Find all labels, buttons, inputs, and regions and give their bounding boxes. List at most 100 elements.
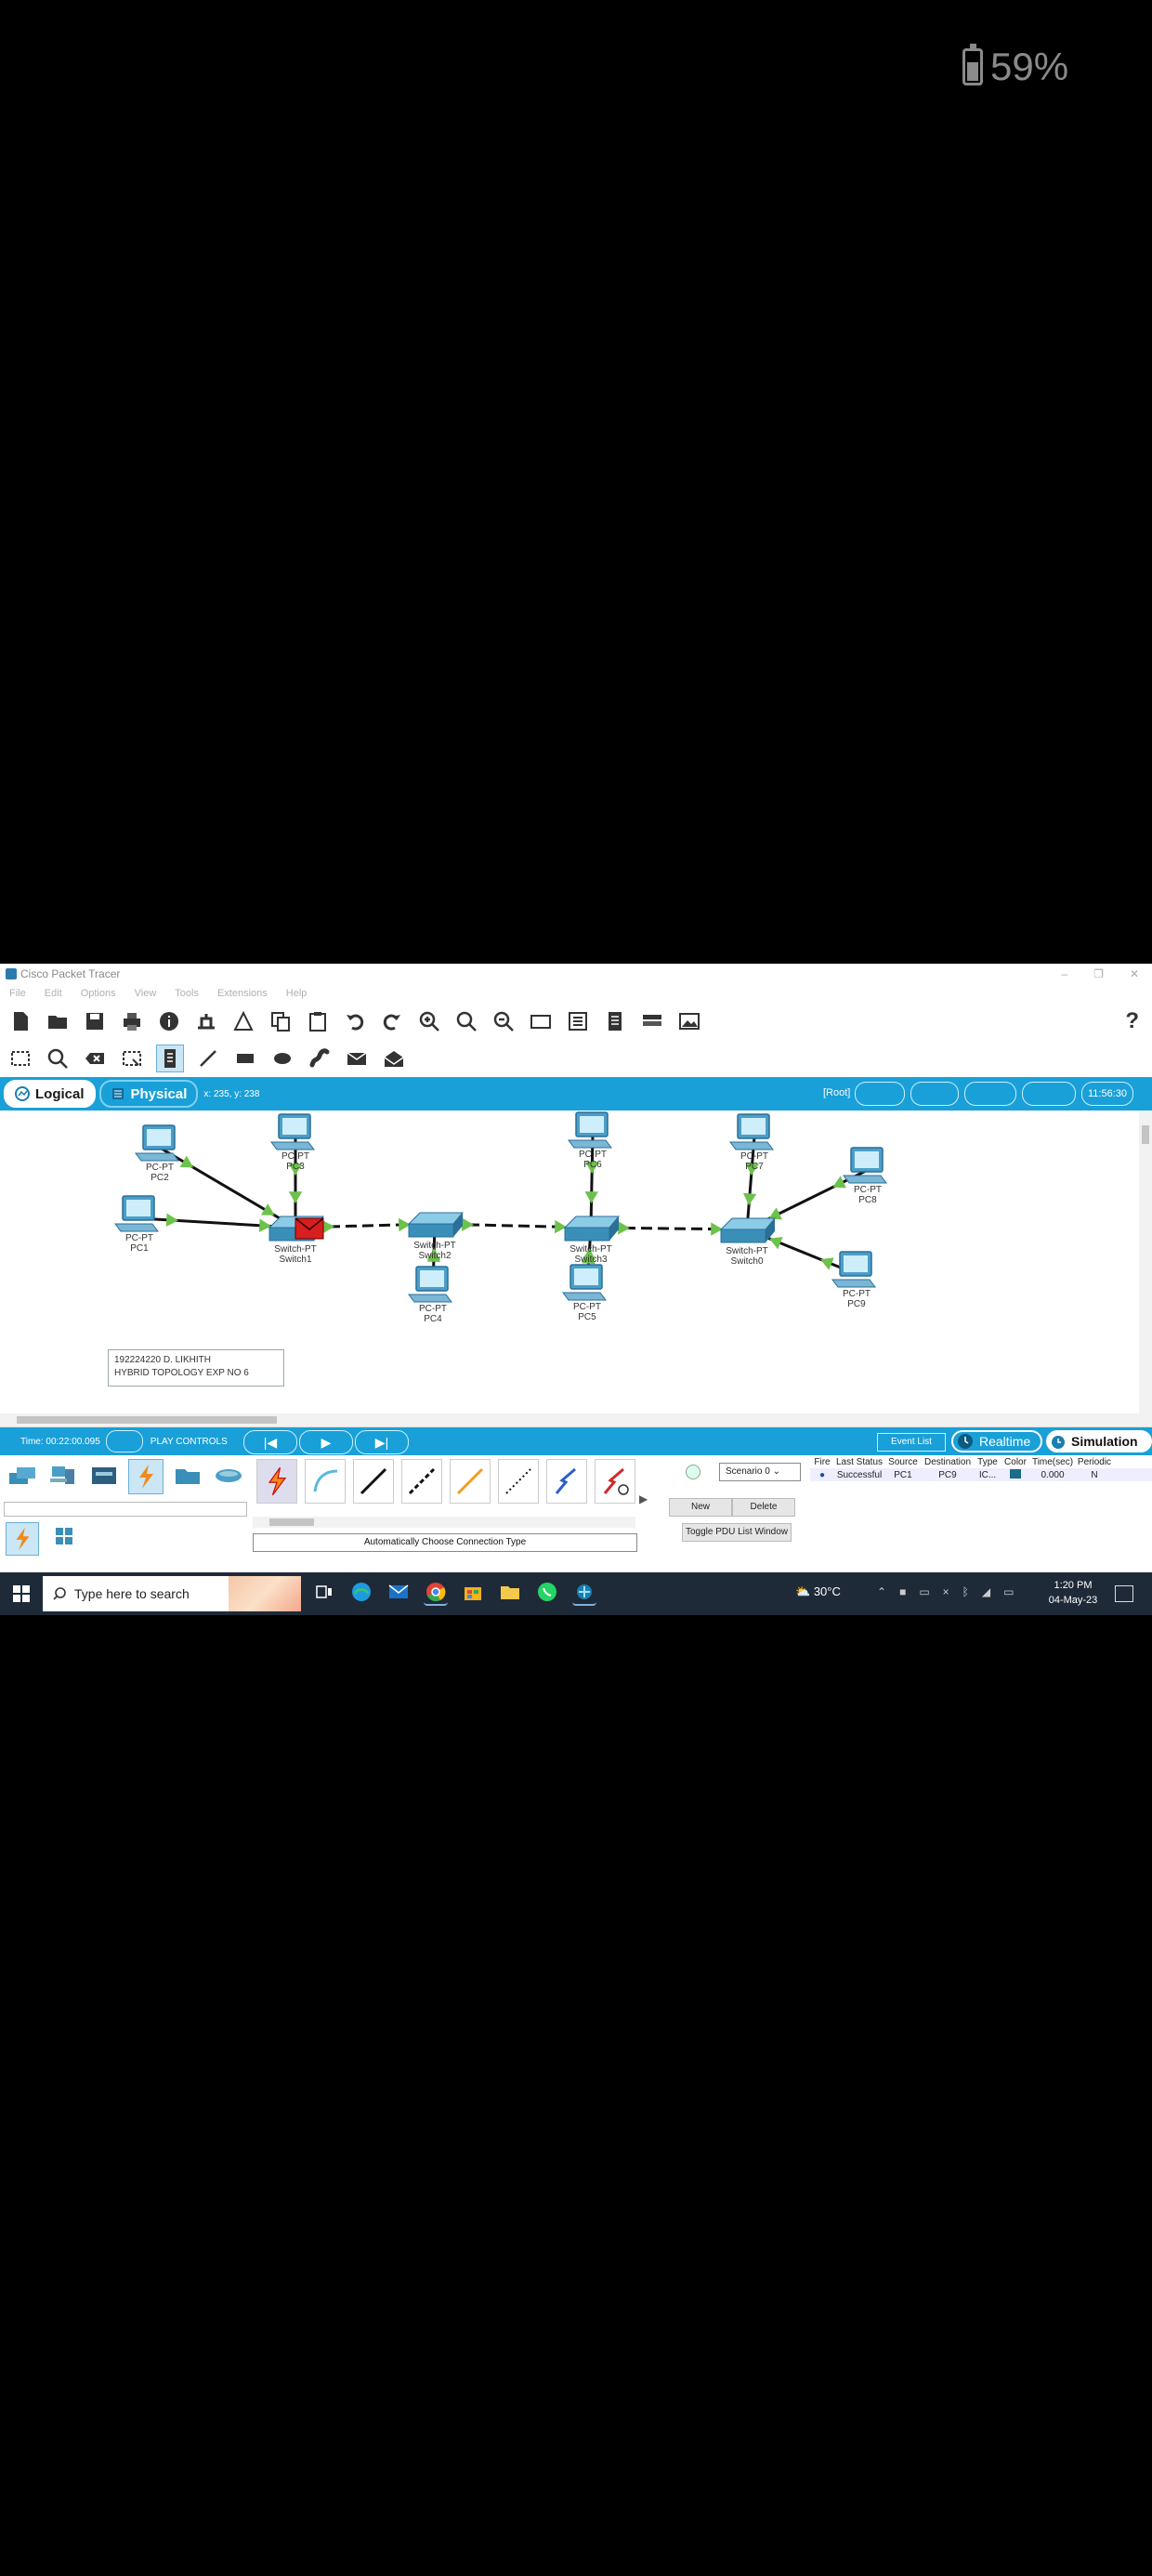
freeform-icon[interactable] [307,1045,333,1071]
play-button[interactable]: ▶ [299,1430,353,1454]
grid-icon[interactable] [50,1522,78,1550]
pc-icon[interactable] [408,1266,452,1303]
mail-icon[interactable] [386,1580,411,1604]
realtime-tab[interactable]: Realtime [951,1430,1042,1452]
wifi-icon[interactable]: ◢ [982,1585,990,1598]
physical-tab[interactable]: Physical [98,1080,199,1108]
copy-icon[interactable] [268,1008,294,1034]
logical-tab[interactable]: Logical [4,1080,96,1108]
delete-scenario-button[interactable]: Delete [732,1498,795,1517]
network-info-icon[interactable] [193,1008,219,1034]
close-icon[interactable]: ✕ [1130,967,1139,980]
pc-icon[interactable] [562,1264,607,1301]
pc-icon[interactable] [270,1113,315,1150]
menu-edit[interactable]: Edit [45,988,62,999]
device-search-field[interactable] [4,1502,247,1517]
step-back-button[interactable]: |◀ [243,1430,297,1454]
simulation-tab[interactable]: Simulation [1046,1430,1152,1452]
switch-icon[interactable] [407,1212,465,1238]
security-icon[interactable]: ■ [899,1585,906,1598]
meet-now-icon[interactable]: ▭ [919,1585,929,1598]
menu-tools[interactable]: Tools [175,988,199,999]
console-cable-icon[interactable] [305,1459,346,1504]
cluster-icon[interactable] [910,1082,959,1106]
new-file-icon[interactable] [7,1008,33,1034]
notification-icon[interactable] [1115,1585,1133,1602]
components-icon[interactable] [87,1459,121,1492]
reset-time-icon[interactable] [105,1430,143,1452]
add-simple-pdu-icon[interactable] [344,1045,370,1071]
workspace-vertical-scrollbar[interactable] [1139,1111,1152,1426]
auto-connection-icon[interactable] [256,1459,297,1504]
volume-muted-icon[interactable]: × [943,1585,949,1598]
multiuser-connection-icon[interactable] [212,1459,245,1492]
file-explorer-icon[interactable] [498,1580,522,1604]
miscellaneous-icon[interactable] [171,1459,204,1492]
info-icon[interactable] [156,1008,182,1034]
weather-widget[interactable]: ⛅ 30°C [795,1584,841,1599]
draw-ellipse-icon[interactable] [269,1045,295,1071]
new-cluster-button[interactable] [964,1082,1016,1106]
chrome-icon[interactable] [424,1580,448,1606]
fire-icon[interactable]: ● [810,1470,834,1480]
table-row[interactable]: ● Successful PC1 PC9 IC... 0.000 N [810,1468,1152,1481]
menu-help[interactable]: Help [286,988,308,999]
connection-subtype-icon[interactable] [6,1522,39,1556]
straight-through-cable-icon[interactable] [353,1459,394,1504]
draw-rectangle-icon[interactable] [232,1045,258,1071]
pc-icon[interactable] [831,1251,876,1288]
phone-cable-icon[interactable] [498,1459,539,1504]
pc-icon[interactable] [114,1195,159,1232]
step-forward-button[interactable]: ▶| [355,1430,409,1454]
event-list-button[interactable]: Event List [877,1433,946,1452]
background-image-icon[interactable] [1022,1082,1076,1106]
custom-device-icon[interactable] [565,1008,591,1034]
taskbar-clock[interactable]: 1:20 PM 04-May-23 [1039,1578,1107,1608]
packet-tracer-taskbar-icon[interactable] [572,1580,596,1606]
add-complex-pdu-icon[interactable] [381,1045,407,1071]
connections-category-icon[interactable] [128,1459,164,1494]
edge-icon[interactable] [349,1580,373,1604]
pc-icon[interactable] [135,1124,179,1162]
network-devices-icon[interactable] [6,1459,39,1492]
collapse-arrow-icon[interactable]: ▶ [639,1492,648,1505]
draw-line-icon[interactable] [195,1045,221,1071]
pc-icon[interactable] [729,1113,774,1150]
inspect-icon[interactable] [45,1045,71,1071]
print-icon[interactable] [119,1008,145,1034]
scenario-select[interactable]: Scenario 0 ⌄ [719,1463,801,1481]
root-label[interactable]: [Root] [823,1087,850,1098]
select-icon[interactable] [7,1045,33,1071]
bluetooth-icon[interactable]: ᛒ [962,1585,969,1598]
new-scenario-button[interactable]: New [669,1498,732,1517]
crossover-cable-icon[interactable] [401,1459,442,1504]
toggle-pdu-list-button[interactable]: Toggle PDU List Window [682,1523,792,1542]
delete-icon[interactable] [82,1045,108,1071]
place-note-icon[interactable] [156,1045,184,1072]
end-devices-icon[interactable] [46,1459,80,1492]
switch-icon[interactable] [719,1217,777,1243]
rack-icon[interactable] [639,1008,665,1034]
battery-tray-icon[interactable]: ▭ [1003,1585,1014,1598]
whatsapp-icon[interactable] [535,1580,559,1604]
zoom-in-icon[interactable] [416,1008,442,1034]
pc-icon[interactable] [843,1147,887,1184]
menu-view[interactable]: View [135,988,157,999]
redo-icon[interactable] [379,1008,405,1034]
menu-file[interactable]: File [9,988,26,999]
task-view-icon[interactable] [312,1580,336,1604]
chevron-up-icon[interactable]: ⌃ [877,1585,886,1598]
menu-extensions[interactable]: Extensions [217,988,268,999]
scenario-info-icon[interactable] [686,1465,700,1479]
save-icon[interactable] [82,1008,108,1034]
paste-icon[interactable] [305,1008,331,1034]
workspace-horizontal-scrollbar[interactable] [0,1413,1139,1426]
fiber-cable-icon[interactable] [450,1459,491,1504]
image-icon[interactable] [676,1008,702,1034]
connections-scrollbar[interactable] [253,1517,635,1528]
coaxial-cable-icon[interactable] [546,1459,587,1504]
store-icon[interactable] [461,1580,485,1604]
back-button[interactable] [855,1082,905,1106]
zoom-out-icon[interactable] [491,1008,517,1034]
resize-icon[interactable] [119,1045,145,1071]
